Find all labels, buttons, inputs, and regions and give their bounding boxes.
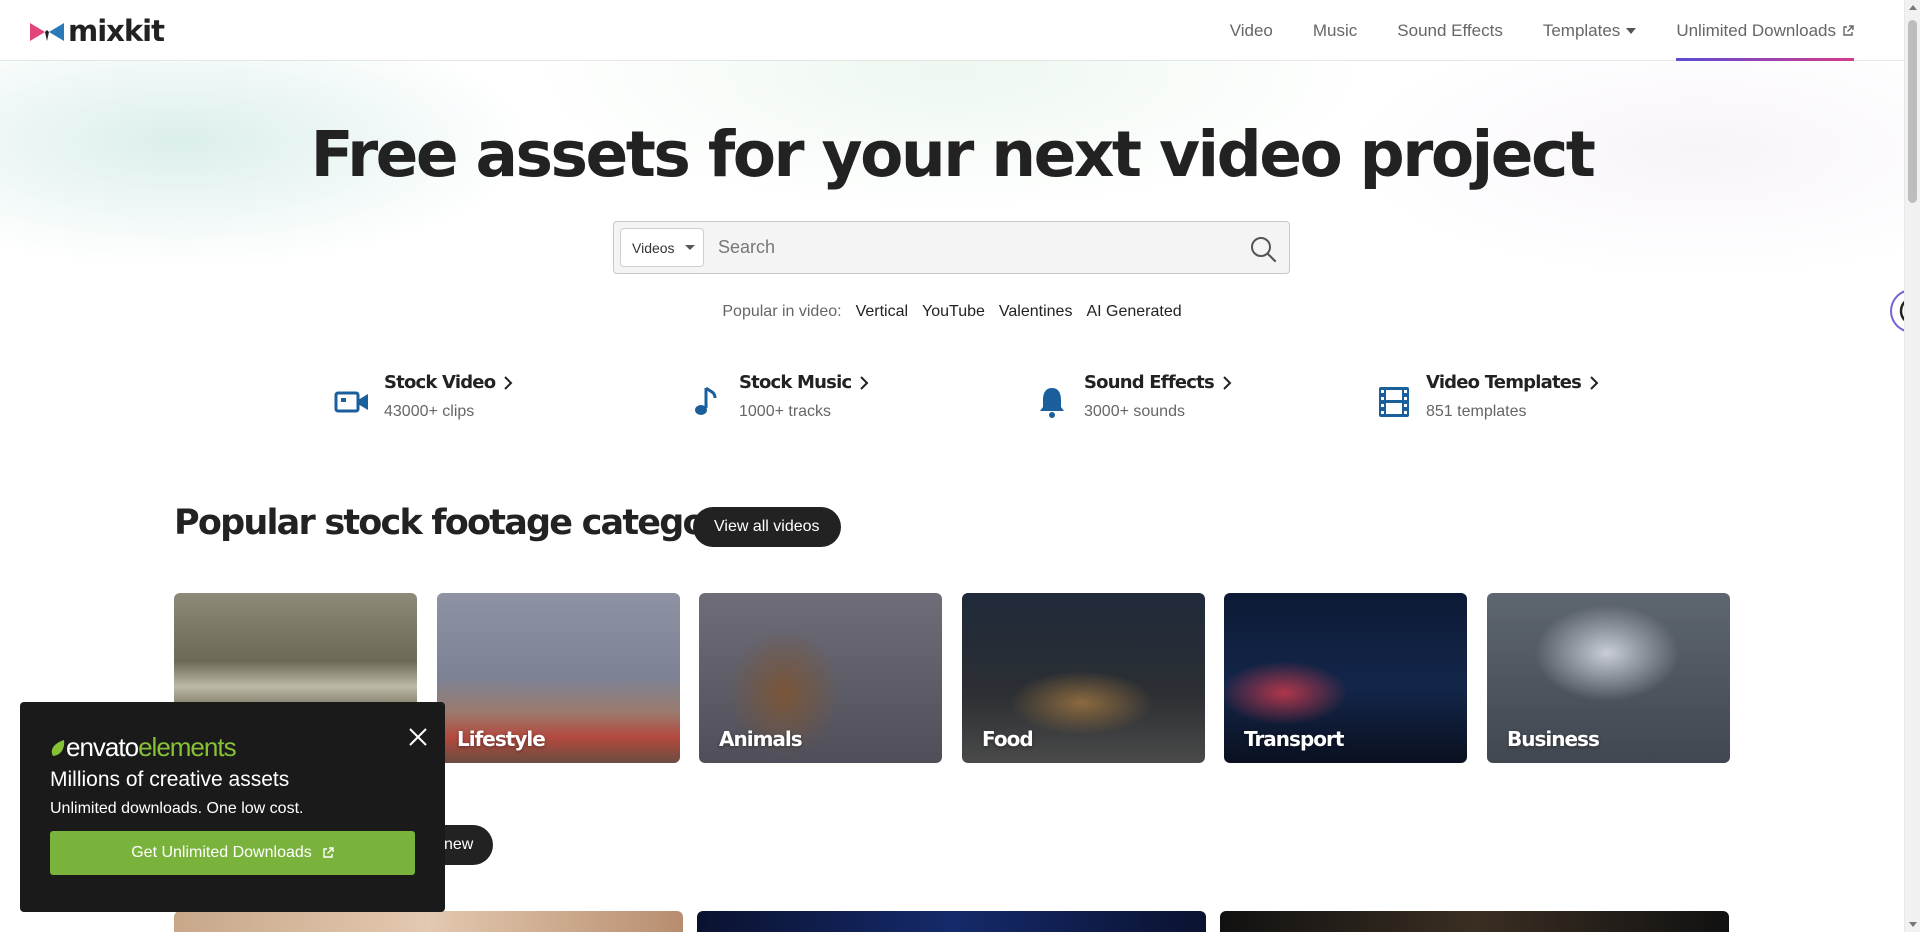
envato-leaf-icon xyxy=(51,739,65,756)
hero-title: Free assets for your next video project xyxy=(310,118,1596,191)
category-title: Sound Effects xyxy=(1084,372,1232,393)
popular-lead: Popular in video: xyxy=(722,303,842,320)
popular-tag-ai-generated[interactable]: AI Generated xyxy=(1086,303,1181,321)
search-icon[interactable] xyxy=(1249,235,1277,263)
category-count: 1000+ tracks xyxy=(739,403,832,420)
film-icon xyxy=(1379,387,1409,417)
nav-templates-label: Templates xyxy=(1542,21,1621,40)
chevron-right-icon xyxy=(860,375,869,390)
external-link-icon xyxy=(1843,24,1854,36)
tile-label: Transport xyxy=(1244,727,1344,751)
category-sound-effects[interactable]: Sound Effects 3000+ sounds xyxy=(1034,372,1232,421)
popular-searches: Popular in video: Vertical YouTube Valen… xyxy=(0,303,1904,321)
nav-music-label: Music xyxy=(1312,21,1358,40)
category-count: 3000+ sounds xyxy=(1084,403,1185,420)
nav-unlimited-downloads-label: Unlimited Downloads xyxy=(1676,21,1836,40)
category-tile[interactable]: Transport xyxy=(1224,593,1467,763)
external-link-icon xyxy=(323,847,334,858)
nav-unlimited-downloads[interactable]: Unlimited Downloads xyxy=(1676,0,1854,61)
category-tile[interactable]: Animals xyxy=(699,593,942,763)
tile-label: Business xyxy=(1507,727,1600,751)
category-tile[interactable]: Business xyxy=(1487,593,1730,763)
promo-button-label: Get Unlimited Downloads xyxy=(131,844,312,861)
bell-icon xyxy=(1040,388,1064,418)
close-icon[interactable] xyxy=(407,726,429,748)
logo-text: mixkit xyxy=(68,14,165,48)
nav-templates[interactable]: Templates xyxy=(1542,0,1637,61)
view-all-videos-button[interactable]: View all videos xyxy=(693,507,841,547)
category-video-templates[interactable]: Video Templates 851 templates xyxy=(1376,372,1599,421)
category-title-text: Stock Music xyxy=(739,372,852,393)
category-title: Video Templates xyxy=(1426,372,1599,393)
promo-subtitle: Unlimited downloads. One low cost. xyxy=(50,800,304,817)
nav-music[interactable]: Music xyxy=(1313,0,1357,61)
chevron-right-icon xyxy=(1223,375,1232,390)
scroll-thumb[interactable] xyxy=(1908,20,1917,203)
category-count: 851 templates xyxy=(1426,403,1527,420)
tile-label: Food xyxy=(982,727,1034,751)
video-thumbnail[interactable] xyxy=(1220,911,1729,932)
caret-down-icon xyxy=(1626,27,1637,34)
video-camera-icon xyxy=(334,391,368,413)
nav-video-label: Video xyxy=(1229,21,1273,40)
tile-label: Lifestyle xyxy=(457,727,546,751)
search-bar: Videos xyxy=(613,221,1290,274)
chevron-right-icon xyxy=(1590,375,1599,390)
popular-tag-valentines[interactable]: Valentines xyxy=(999,303,1073,321)
logo-envato: envato xyxy=(66,732,139,762)
site-header: mixkit Video Music Sound Effects Templat… xyxy=(0,0,1904,61)
nav-sound-effects[interactable]: Sound Effects xyxy=(1397,0,1503,61)
search-type-value: Videos xyxy=(632,239,675,256)
get-unlimited-downloads-button[interactable]: Get Unlimited Downloads xyxy=(50,831,415,875)
popular-tag-youtube[interactable]: YouTube xyxy=(922,303,985,321)
category-title: Stock Music xyxy=(739,372,869,393)
category-count: 43000+ clips xyxy=(384,403,475,420)
category-title-text: Video Templates xyxy=(1426,372,1582,393)
scroll-up-arrow-icon[interactable] xyxy=(1909,5,1917,10)
video-thumbnail[interactable] xyxy=(697,911,1206,932)
category-tile[interactable]: Food xyxy=(962,593,1205,763)
category-stock-video[interactable]: Stock Video 43000+ clips xyxy=(334,372,513,421)
caret-down-icon xyxy=(684,245,695,250)
category-tile[interactable]: Lifestyle xyxy=(437,593,680,763)
search-input[interactable] xyxy=(718,230,1218,265)
logo-elements: elements xyxy=(138,732,236,762)
category-title-text: Sound Effects xyxy=(1084,372,1215,393)
section-title: Popular stock footage categories xyxy=(174,503,773,543)
nav-sound-effects-label: Sound Effects xyxy=(1397,21,1503,40)
popular-tag-vertical[interactable]: Vertical xyxy=(856,303,908,321)
mixkit-logo[interactable]: mixkit xyxy=(30,14,165,48)
promo-title: Millions of creative assets xyxy=(50,768,290,791)
video-thumbnail[interactable] xyxy=(174,911,683,932)
category-title-text: Stock Video xyxy=(384,372,496,393)
scroll-down-arrow-icon[interactable] xyxy=(1909,922,1917,927)
envato-elements-logo: envato elements xyxy=(50,732,237,763)
chevron-right-icon xyxy=(504,375,513,390)
mixkit-logo-icon xyxy=(30,23,64,41)
category-title: Stock Video xyxy=(384,372,513,393)
nav-video[interactable]: Video xyxy=(1230,0,1273,61)
page-scrollbar[interactable] xyxy=(1904,0,1920,932)
main-nav: Video Music Sound Effects Templates Unli… xyxy=(1230,0,1854,61)
search-type-select[interactable]: Videos xyxy=(620,228,704,267)
music-note-icon xyxy=(695,386,717,415)
envato-promo-popup: envato elements Millions of creative asse… xyxy=(20,702,445,912)
tile-label: Animals xyxy=(719,727,803,751)
category-stock-music[interactable]: Stock Music 1000+ tracks xyxy=(689,372,869,421)
